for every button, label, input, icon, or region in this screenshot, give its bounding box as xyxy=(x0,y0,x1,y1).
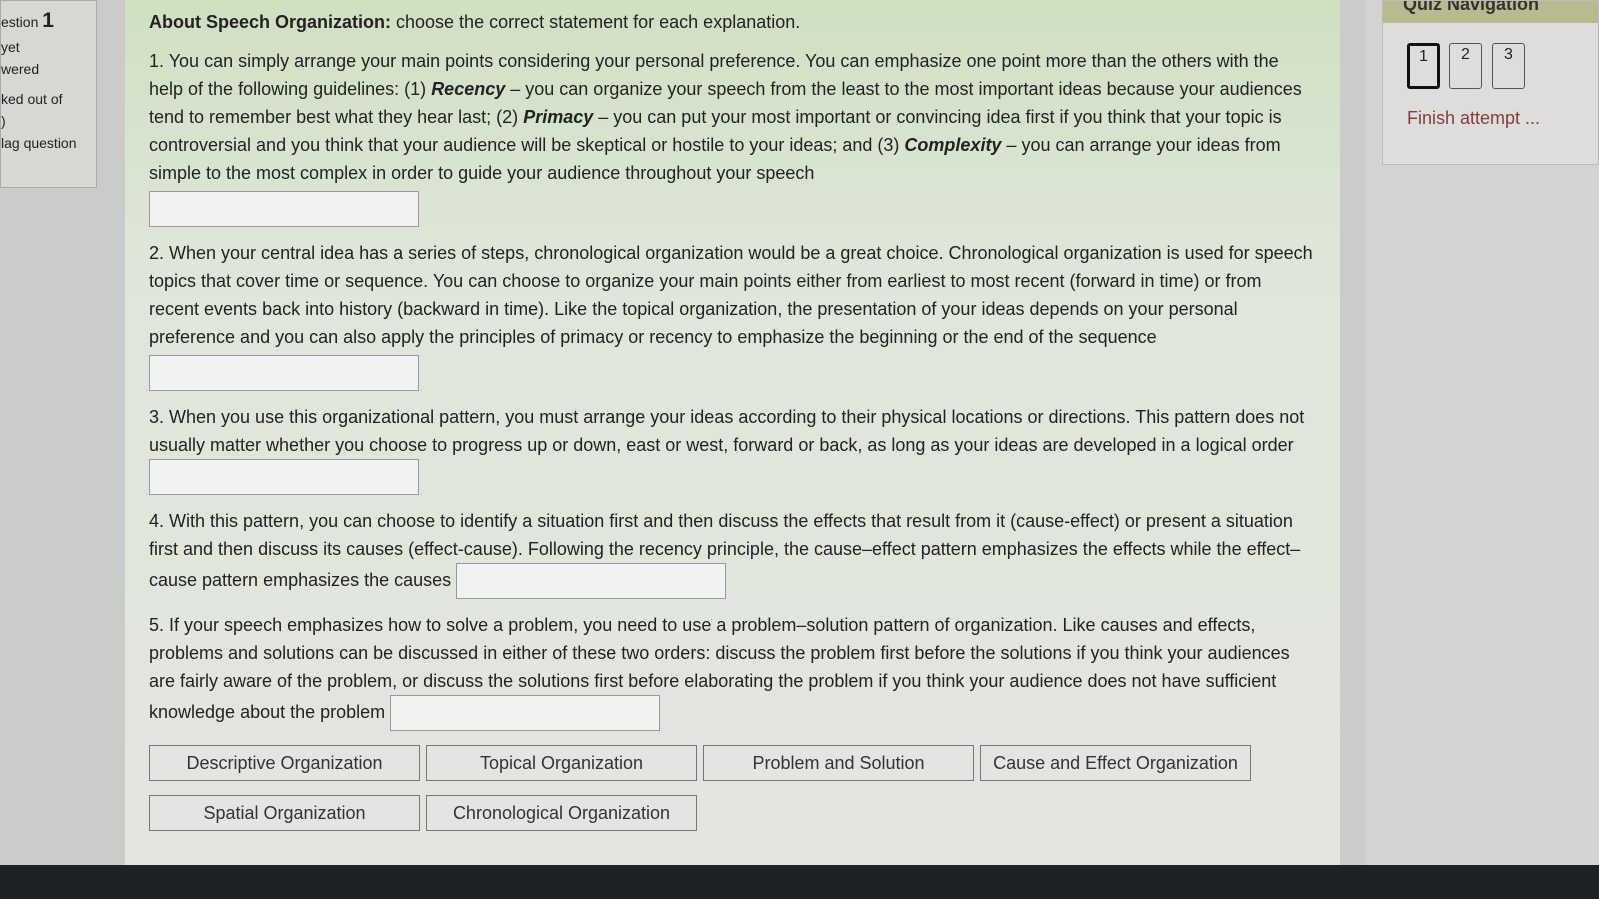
finish-attempt-link[interactable]: Finish attempt ... xyxy=(1407,108,1540,129)
quiz-navigation-title: Quiz Navigation xyxy=(1383,1,1598,23)
flag-question-link[interactable]: lag question xyxy=(1,135,96,151)
drop-zone-1[interactable] xyxy=(149,191,419,227)
question-info: estion 1 yet wered ked out of ) lag ques… xyxy=(0,0,97,188)
statement-4: 4. With this pattern, you can choose to … xyxy=(149,507,1316,599)
quiz-navigation: Quiz Navigation 1 2 3 Finish attempt ... xyxy=(1382,0,1599,165)
statement-5: 5. If your speech emphasizes how to solv… xyxy=(149,611,1316,731)
drop-zone-4[interactable] xyxy=(456,563,727,599)
drop-zone-5[interactable] xyxy=(390,695,661,731)
option-chronological[interactable]: Chronological Organization xyxy=(426,795,697,831)
question-number: estion 1 xyxy=(1,9,54,32)
answer-options: Descriptive Organization Topical Organiz… xyxy=(149,745,1259,831)
option-descriptive[interactable]: Descriptive Organization xyxy=(149,745,420,781)
question-intro: About Speech Organization: choose the co… xyxy=(149,12,801,32)
right-column: Quiz Navigation 1 2 3 Finish attempt ... xyxy=(1365,0,1599,865)
marks-line: ked out of xyxy=(1,91,63,107)
drop-zone-3[interactable] xyxy=(149,459,419,495)
status-line: wered xyxy=(1,61,40,77)
statement-1: 1. You can simply arrange your main poin… xyxy=(149,47,1316,227)
statement-2: 2. When your central idea has a series o… xyxy=(149,239,1316,391)
nav-page-2[interactable]: 2 xyxy=(1449,43,1482,89)
status-line: yet xyxy=(1,39,20,55)
option-spatial[interactable]: Spatial Organization xyxy=(149,795,420,831)
question-content: About Speech Organization: choose the co… xyxy=(125,0,1340,865)
marks-line: ) xyxy=(1,113,6,129)
nav-page-3[interactable]: 3 xyxy=(1492,43,1525,89)
statement-3: 3. When you use this organizational patt… xyxy=(149,403,1316,495)
taskbar xyxy=(0,865,1599,899)
option-cause-effect[interactable]: Cause and Effect Organization xyxy=(980,745,1251,781)
option-problem-solution[interactable]: Problem and Solution xyxy=(703,745,974,781)
option-topical[interactable]: Topical Organization xyxy=(426,745,697,781)
drop-zone-2[interactable] xyxy=(149,355,419,391)
nav-page-1[interactable]: 1 xyxy=(1407,43,1440,89)
